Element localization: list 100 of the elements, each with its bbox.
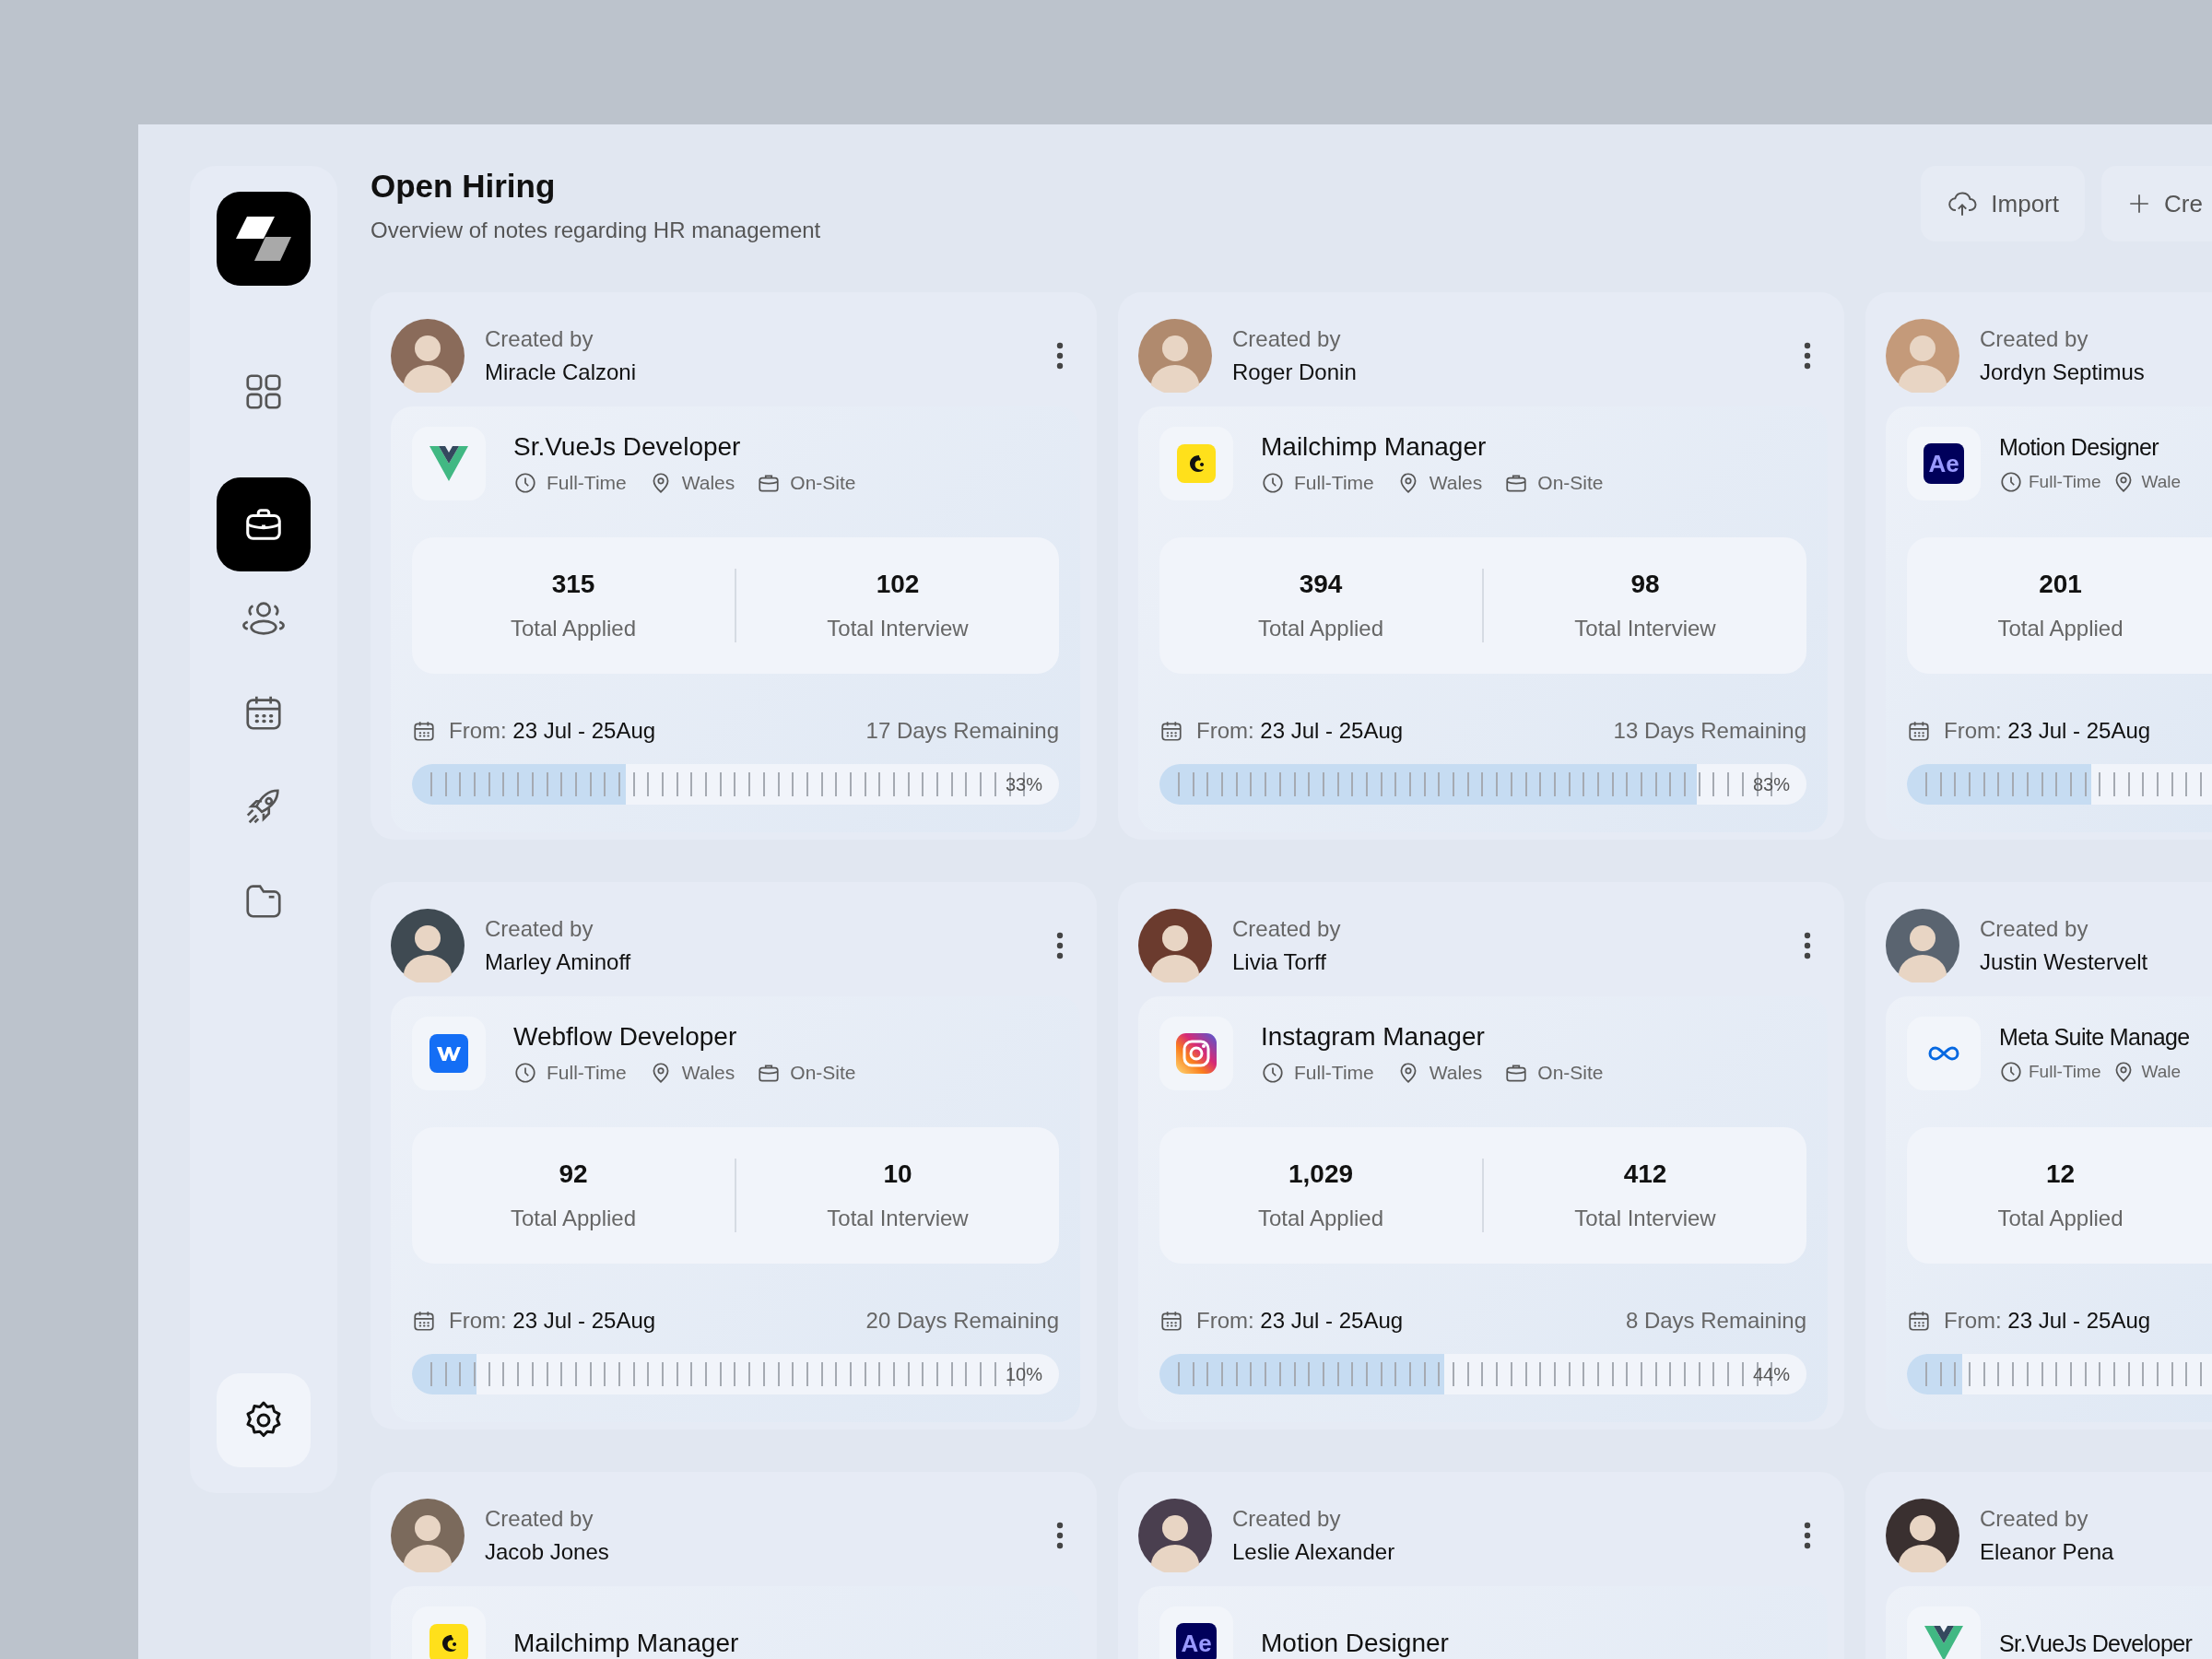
job-attribute: Wales xyxy=(681,1062,735,1084)
calendar-icon xyxy=(1907,1309,1931,1333)
stat-label: Total Interview xyxy=(827,1206,969,1231)
date-range: From: 23 Jul - 25Aug xyxy=(1944,1308,2151,1334)
creator-name: Miracle Calzoni xyxy=(485,359,638,385)
calendar-icon xyxy=(412,1309,436,1333)
progress-percent: 10% xyxy=(1005,1363,1042,1385)
clock-icon xyxy=(1261,471,1285,495)
stat-value: 1,029 xyxy=(1288,1159,1354,1189)
created-by-label: Created by xyxy=(1232,326,1342,352)
job-attribute: Wales xyxy=(681,472,735,494)
motion-logo-icon: Ae xyxy=(1924,443,1964,484)
motion-logo-icon: Ae xyxy=(1176,1623,1217,1659)
more-icon xyxy=(1056,1522,1064,1549)
creator-name: Justin Westervelt xyxy=(1980,949,2149,975)
plus-icon xyxy=(2127,192,2151,216)
stat-value: 394 xyxy=(1299,570,1343,599)
job-attribute: On-Site xyxy=(1537,472,1604,494)
calendar-icon xyxy=(1159,1309,1183,1333)
date-range: From: 23 Jul - 25Aug xyxy=(1196,718,1404,744)
create-button[interactable]: Cre xyxy=(2101,166,2212,241)
date-range: From: 23 Jul - 25Aug xyxy=(1196,1308,1404,1334)
infinity-logo-icon xyxy=(1927,1044,1960,1063)
creator-name: Jordyn Septimus xyxy=(1980,359,2146,385)
job-title: Sr.VueJs Developer xyxy=(513,432,742,462)
clock-icon xyxy=(1261,1061,1285,1085)
clock-icon xyxy=(1999,469,2023,494)
job-attribute: Full-Time xyxy=(1294,472,1374,494)
job-title: Instagram Manager xyxy=(1261,1022,1486,1052)
job-title: Webflow Developer xyxy=(513,1022,738,1052)
stat-label: Total Interview xyxy=(827,616,969,641)
days-remaining: 20 Days Remaining xyxy=(865,1308,1059,1334)
stat-label: Total Applied xyxy=(510,1206,637,1231)
stat-value: 102 xyxy=(876,570,920,599)
creator-name: Eleanor Pena xyxy=(1980,1539,2115,1565)
stat-value: 10 xyxy=(883,1159,912,1189)
job-attribute: Wales xyxy=(1429,1062,1483,1084)
stat-value: 92 xyxy=(559,1159,588,1189)
page-subtitle: Overview of notes regarding HR management xyxy=(371,218,821,243)
mailchimp-logo-icon xyxy=(429,1624,468,1659)
job-attribute: Wales xyxy=(1429,472,1483,494)
job-title: Motion Designer xyxy=(1999,433,2160,461)
stat-label: Total Interview xyxy=(1574,616,1716,641)
more-icon xyxy=(1056,342,1064,370)
instagram-logo-icon xyxy=(1176,1033,1217,1074)
more-icon xyxy=(1804,1522,1811,1549)
job-title: Mailchimp Manager xyxy=(1261,432,1488,462)
days-remaining: 17 Days Remaining xyxy=(865,718,1059,744)
stat-label: Total Applied xyxy=(510,616,637,641)
date-range: From: 23 Jul - 25Aug xyxy=(449,718,656,744)
job-title: Sr.VueJs Developer xyxy=(1999,1630,2193,1657)
progress-percent: 83% xyxy=(1752,773,1790,795)
job-attribute: Wale xyxy=(2141,471,2182,492)
job-title: Meta Suite Manage xyxy=(1999,1023,2190,1051)
calendar-icon xyxy=(1159,719,1183,743)
more-icon xyxy=(1804,342,1811,370)
stat-label: Total Applied xyxy=(1257,1206,1384,1231)
days-remaining: 8 Days Remaining xyxy=(1625,1308,1806,1334)
more-icon xyxy=(1056,932,1064,959)
progress-percent: 44% xyxy=(1752,1363,1790,1385)
settings-button[interactable] xyxy=(217,1373,311,1467)
progress-percent: 33% xyxy=(1005,773,1042,795)
job-attribute: Full-Time xyxy=(2029,1061,2101,1082)
clock-icon xyxy=(1999,1059,2023,1084)
stat-value: 412 xyxy=(1623,1159,1667,1189)
created-by-label: Created by xyxy=(1232,1506,1342,1532)
created-by-label: Created by xyxy=(485,326,594,352)
creator-name: Leslie Alexander xyxy=(1232,1539,1396,1565)
created-by-label: Created by xyxy=(485,1506,594,1532)
webflow-logo-icon xyxy=(429,1034,468,1073)
creator-name: Jacob Jones xyxy=(485,1539,610,1565)
job-attribute: Full-Time xyxy=(1294,1062,1374,1084)
import-button[interactable]: Import xyxy=(1921,166,2085,241)
calendar-icon xyxy=(412,719,436,743)
nav-item[interactable] xyxy=(217,477,311,571)
created-by-label: Created by xyxy=(1980,916,2089,942)
job-attribute: Full-Time xyxy=(547,472,627,494)
created-by-label: Created by xyxy=(1980,326,2089,352)
more-icon xyxy=(1804,932,1811,959)
job-attribute: Full-Time xyxy=(2029,471,2101,492)
job-attribute: On-Site xyxy=(1537,1062,1604,1084)
creator-name: Marley Aminoff xyxy=(485,949,632,975)
created-by-label: Created by xyxy=(485,916,594,942)
page-title: Open Hiring xyxy=(371,168,557,205)
days-remaining: 13 Days Remaining xyxy=(1613,718,1806,744)
calendar-icon xyxy=(1907,719,1931,743)
vue-logo-icon xyxy=(1924,1626,1963,1659)
created-by-label: Created by xyxy=(1232,916,1342,942)
stat-label: Total Applied xyxy=(1257,616,1384,641)
date-range: From: 23 Jul - 25Aug xyxy=(1944,718,2151,744)
stat-value: 201 xyxy=(2039,570,2082,599)
date-range: From: 23 Jul - 25Aug xyxy=(449,1308,656,1334)
job-title: Mailchimp Manager xyxy=(513,1629,739,1658)
creator-name: Roger Donin xyxy=(1232,359,1358,385)
stat-label: Total Applied xyxy=(1997,1206,2124,1231)
job-attribute: Wale xyxy=(2141,1061,2182,1082)
vue-logo-icon xyxy=(429,446,468,481)
job-title: Motion Designer xyxy=(1261,1629,1449,1658)
stat-value: 315 xyxy=(551,570,595,599)
clock-icon xyxy=(513,1061,537,1085)
